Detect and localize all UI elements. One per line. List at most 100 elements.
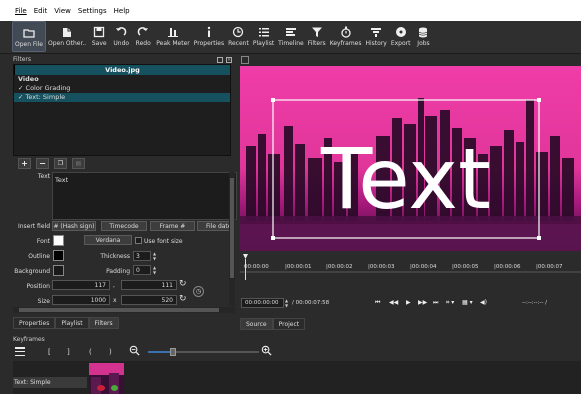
keyframes-menu-icon[interactable] [15,347,25,356]
peak-meter-button[interactable]: Peak Meter [154,21,192,52]
tab-project[interactable]: Project [272,318,306,330]
hash-sign-button[interactable]: # (Hash sign) [52,221,96,231]
current-timecode-input[interactable]: 00:00:00:00 [241,298,284,308]
padding-spinbox[interactable]: 0 [133,265,151,275]
export-label: Export [390,40,411,47]
open-file-label: Open File [15,41,43,48]
seek-prev-button[interactable]: ( [89,348,92,356]
outline-color-swatch[interactable] [53,250,64,261]
scrollbar-thumb[interactable] [19,308,219,312]
filter-checkbox-icon[interactable]: ✓ [18,84,23,92]
menu-help[interactable]: Help [114,7,130,15]
text-input[interactable]: Text [52,172,237,220]
filters-section-video: Video [18,75,39,83]
filter-item-color-grading[interactable]: ✓ Color Grading [14,84,230,93]
timeline-ruler[interactable]: 00:00:00 |00:00:01 |00:00:02 |00:00:03 |… [240,254,581,280]
clip-name-header: Video.jpg [14,65,230,75]
timeline-label: Timeline [278,40,304,47]
menu-view[interactable]: View [54,7,71,15]
keyframes-track-area[interactable]: Text: Simple [13,361,581,394]
properties-horizontal-scrollbar[interactable] [13,307,235,313]
add-filter-button[interactable]: + [18,157,31,169]
seek-next-button[interactable]: ) [109,348,112,356]
font-color-swatch[interactable] [53,235,64,246]
size-separator: x [113,297,117,304]
position-y-input[interactable]: 111 [121,280,177,290]
ruler-tick-label: |00:00:07 [536,264,563,270]
tab-filters[interactable]: Filters [88,317,119,329]
text-label: Text [37,173,50,180]
frame-number-button[interactable]: Frame # [150,221,195,231]
zoom-slider[interactable] [148,348,259,356]
play-button[interactable]: ▶ [406,299,411,306]
background-color-swatch[interactable] [53,265,64,276]
properties-button[interactable]: Properties [192,21,226,52]
set-in-button[interactable]: [ [48,348,51,356]
keyframe-toggle-icon[interactable]: ◷ [193,286,204,297]
jobs-button[interactable]: Jobs [412,21,434,52]
float-panel-icon[interactable] [217,56,223,63]
zoom-out-icon[interactable] [129,345,140,356]
menu-file[interactable]: File [15,7,27,15]
use-font-size-checkbox[interactable] [135,237,142,244]
size-height-input[interactable]: 520 [121,295,177,305]
open-other-button[interactable]: Open Other.. [46,21,88,52]
fast-forward-button[interactable]: ▶▶ [418,299,427,306]
open-file-button[interactable]: Open File [12,21,46,52]
thickness-stepper[interactable]: ▲ ▼ [152,251,157,261]
export-button[interactable]: Export [389,21,413,52]
save-icon [90,24,108,40]
timecode-button[interactable]: Timecode [101,221,147,231]
reset-size-icon[interactable]: ↻ [179,294,189,304]
close-panel-icon[interactable]: × [226,56,232,63]
timecode-stepper[interactable]: ▲ ▼ [285,298,290,308]
zoom-mode-button[interactable]: ⌗ ▾ [446,299,454,307]
tab-source[interactable]: Source [240,318,273,330]
tab-properties[interactable]: Properties [13,317,56,329]
skip-to-end-button[interactable]: ⏭ [433,299,438,307]
keyframes-button[interactable]: Keyframes [328,21,364,52]
video-viewer[interactable]: Text [240,66,581,251]
timeline-button[interactable]: Timeline [276,21,306,52]
filters-button[interactable]: Filters [306,21,328,52]
undo-button[interactable]: Undo [110,21,132,52]
viewer-top-icon[interactable] [241,56,249,64]
reset-position-icon[interactable]: ↻ [179,279,189,289]
thickness-spinbox[interactable]: 3 [133,251,151,261]
set-out-button[interactable]: ] [67,348,70,356]
paste-icon: ▤ [75,159,82,167]
copy-filter-button[interactable]: ❐ [54,157,67,169]
font-button[interactable]: Verdana [84,235,132,245]
position-x-input[interactable]: 117 [52,280,110,290]
playlist-button[interactable]: Playlist [251,21,276,52]
keyframes-clip-thumbnail[interactable] [89,363,124,394]
size-width-input[interactable]: 1000 [52,295,110,305]
jobs-icon [414,24,432,40]
grid-button[interactable]: ▦ ▾ [462,299,473,306]
menu-settings[interactable]: Settings [78,7,107,15]
recent-button[interactable]: Recent [226,21,251,52]
viewer-overlay-text: Text [320,130,491,228]
paste-filter-button[interactable]: ▤ [72,157,85,169]
insert-field-label: Insert field [17,223,50,230]
filter-checkbox-icon[interactable]: ✓ [18,93,23,101]
properties-label: Properties [193,40,225,47]
volume-icon[interactable]: ◀) [480,299,487,306]
tab-playlist[interactable]: Playlist [55,317,89,329]
transport-bar: 00:00:00:00 ▲ ▼ / 00:00:07:58 ⏮ ◀◀ ▶ ▶▶ ⏭… [240,297,581,309]
menu-edit[interactable]: Edit [34,7,48,15]
scrollbar-thumb[interactable] [230,178,234,278]
history-button[interactable]: History [363,21,388,52]
thickness-value: 3 [136,252,140,260]
skip-to-start-button[interactable]: ⏮ [375,299,380,307]
properties-vertical-scrollbar[interactable] [229,172,235,306]
remove-filter-button[interactable]: − [36,157,49,169]
minus-icon: − [39,158,46,168]
padding-stepper[interactable]: ▲ ▼ [152,265,157,275]
filter-item-text-simple[interactable]: ✓ Text: Simple [14,93,230,102]
redo-button[interactable]: Redo [132,21,154,52]
rewind-button[interactable]: ◀◀ [389,299,398,306]
zoom-in-icon[interactable] [261,345,272,356]
file-date-button[interactable]: File date [197,221,233,231]
save-button[interactable]: Save [88,21,110,52]
